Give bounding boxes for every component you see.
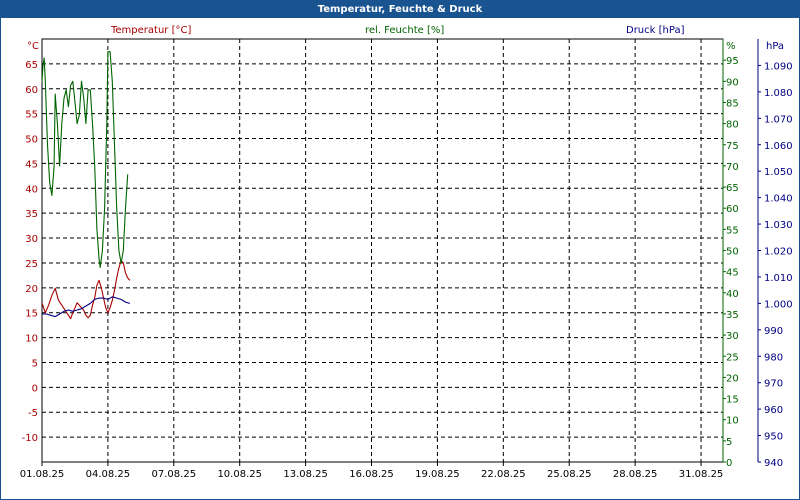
- x-tick-label: 16.08.25: [349, 469, 394, 480]
- humidity-tick-label: 90: [726, 77, 739, 88]
- humidity-tick-label: 40: [726, 289, 739, 300]
- humidity-tick-label: 85: [726, 98, 739, 109]
- x-tick-label: 10.08.25: [217, 469, 262, 480]
- temperature-tick-label: 0: [32, 383, 38, 394]
- chart-window: Temperatur, Feuchte & Druck Temperatur […: [0, 0, 800, 500]
- humidity-tick-label: 45: [726, 268, 739, 279]
- pressure-tick-label: 1.090: [764, 61, 793, 72]
- pressure-tick-label: 1.040: [764, 194, 793, 205]
- x-tick-label: 31.08.25: [679, 469, 724, 480]
- humidity-tick-label: 25: [726, 352, 739, 363]
- x-tick-label: 04.08.25: [86, 469, 131, 480]
- humidity-tick-label: 30: [726, 331, 739, 342]
- humidity-tick-label: 65: [726, 183, 739, 194]
- chart-plot: 01.08.25 04.08.25 07.08.25 10.08.25 13.08.25…: [20, 38, 793, 480]
- humidity-tick-label: 80: [726, 120, 739, 131]
- humidity-tick-label: 10: [726, 416, 739, 427]
- temperature-tick-label: 35: [25, 209, 38, 220]
- humidity-tick-label: 5: [726, 437, 732, 448]
- pressure-tick-label: 1.030: [764, 220, 793, 231]
- humidity-tick-label: 20: [726, 373, 739, 384]
- humidity-tick-label: 50: [726, 247, 739, 258]
- pressure-tick-label: 1.050: [764, 167, 793, 178]
- pressure-tick-label: 1.020: [764, 247, 793, 258]
- pressure-tick-label: 940: [764, 458, 783, 469]
- x-tick-label: 22.08.25: [481, 469, 526, 480]
- humidity-tick-label: 75: [726, 141, 739, 152]
- x-tick-label: 19.08.25: [415, 469, 460, 480]
- pressure-tick-label: 980: [764, 352, 783, 363]
- pressure-tick-label: 1.060: [764, 141, 793, 152]
- temperature-tick-label: 15: [25, 309, 38, 320]
- temperature-tick-label: 5: [32, 358, 38, 369]
- pressure-tick-label: 950: [764, 432, 783, 443]
- x-tick-label: 01.08.25: [20, 469, 65, 480]
- humidity-tick-label: 0: [726, 458, 732, 469]
- pressure-unit-label: hPa: [766, 41, 784, 52]
- humidity-unit-label: %: [726, 41, 736, 52]
- temperature-tick-label: 60: [25, 85, 38, 96]
- humidity-tick-label: 60: [726, 204, 739, 215]
- temperature-tick-label: 30: [25, 234, 38, 245]
- x-tick-label: 07.08.25: [152, 469, 197, 480]
- humidity-tick-label: 35: [726, 310, 739, 321]
- x-tick-label: 13.08.25: [283, 469, 328, 480]
- temperature-tick-label: 10: [25, 334, 38, 345]
- temperature-tick-label: -5: [28, 408, 38, 419]
- temperature-tick-label: 50: [25, 135, 38, 146]
- temperature-tick-label: 65: [25, 60, 38, 71]
- temperature-tick-label: 20: [25, 284, 38, 295]
- humidity-tick-label: 70: [726, 162, 739, 173]
- pressure-tick-label: 990: [764, 326, 783, 337]
- plot-area: [41, 38, 724, 463]
- temperature-tick-label: 45: [25, 159, 38, 170]
- pressure-tick-label: 960: [764, 405, 783, 416]
- humidity-tick-label: 55: [726, 225, 739, 236]
- temperature-tick-label: 25: [25, 259, 38, 270]
- pressure-tick-label: 1.080: [764, 88, 793, 99]
- pressure-tick-label: 1.010: [764, 273, 793, 284]
- humidity-tick-label: 15: [726, 395, 739, 406]
- temperature-tick-label: 55: [25, 110, 38, 121]
- temperature-unit-label: °C: [27, 41, 39, 52]
- temperature-tick-label: -10: [22, 433, 38, 444]
- pressure-tick-label: 1.000: [764, 299, 793, 310]
- humidity-tick-label: 95: [726, 56, 739, 67]
- pressure-tick-label: 970: [764, 379, 783, 390]
- x-tick-label: 25.08.25: [547, 469, 592, 480]
- temperature-tick-label: 40: [25, 184, 38, 195]
- pressure-tick-label: 1.070: [764, 114, 793, 125]
- x-tick-label: 28.08.25: [613, 469, 658, 480]
